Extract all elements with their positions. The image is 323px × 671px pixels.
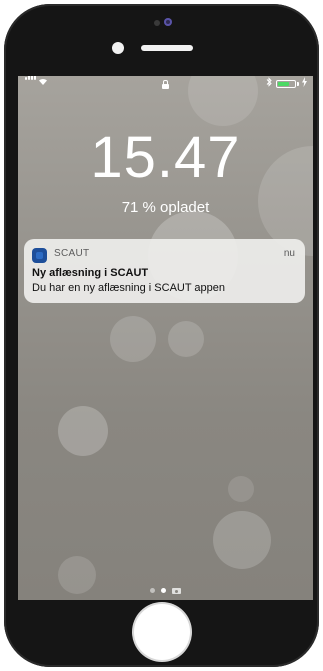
notification-body: Du har en ny aflæsning i SCAUT appen [32,282,226,294]
home-button[interactable] [134,604,190,660]
status-bar [18,76,313,92]
page-indicator[interactable] [18,586,313,594]
notification-title: Ny aflæsning i SCAUT [32,267,149,279]
camera-icon[interactable] [172,587,181,594]
lock-icon [162,80,169,89]
front-camera [164,18,172,26]
wallpaper-bokeh [110,316,156,362]
lock-screen-clock: 15.47 [90,125,241,190]
page-dot[interactable] [150,587,155,593]
notification-time: nu [283,248,295,259]
bluetooth-icon [266,77,272,90]
notification-app-name: SCAUT [54,248,90,259]
charging-bolt-icon [302,77,307,89]
proximity-sensor [154,20,160,26]
wallpaper-bokeh [228,476,254,502]
earpiece-speaker [141,45,193,51]
battery-icon [276,80,296,88]
wallpaper-bokeh [213,511,271,569]
wallpaper-bokeh [168,321,204,357]
charging-status: 71 % opladet [121,199,210,216]
scaut-app-icon [32,248,47,263]
notification-card[interactable]: SCAUT nu Ny aflæsning i SCAUT Du har en … [24,239,305,303]
page-dot-active[interactable] [161,587,166,593]
wallpaper-bokeh [58,406,108,456]
lock-screen: 15.47 71 % opladet SCAUT nu Ny aflæsning… [18,76,313,600]
battery-tip [297,82,299,86]
front-camera-lens [112,42,124,54]
wifi-icon [38,77,48,88]
battery-level [278,82,289,86]
